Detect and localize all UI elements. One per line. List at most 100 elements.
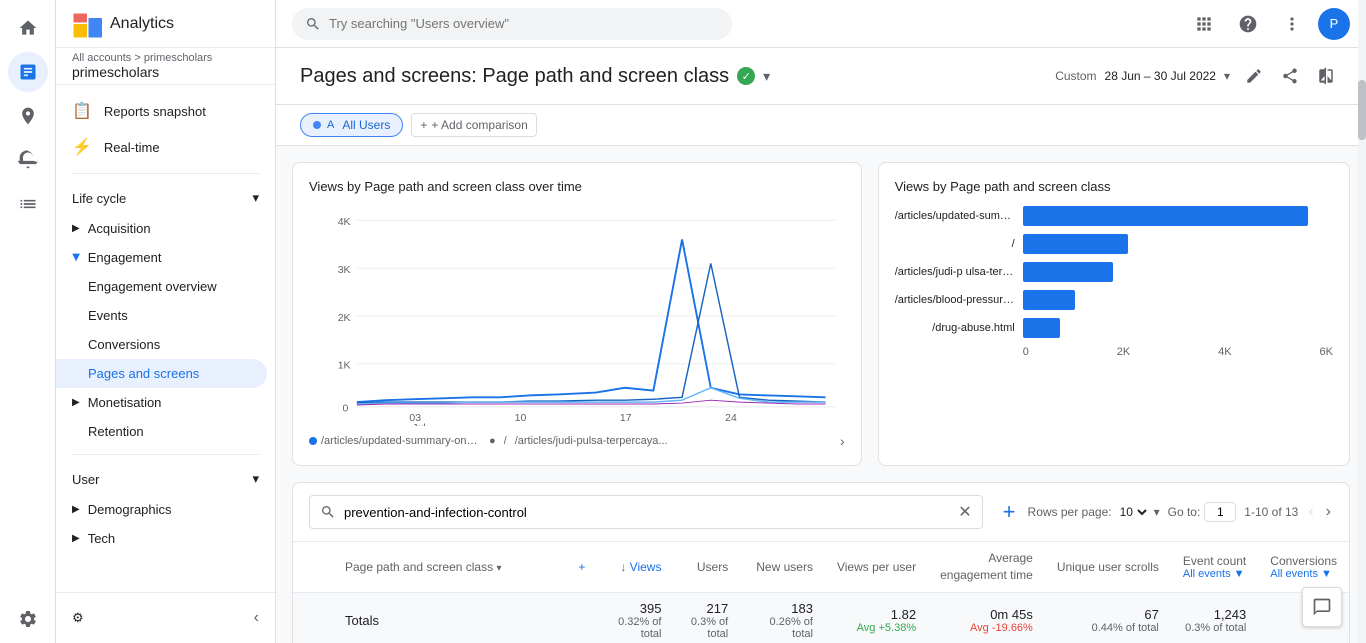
page-path-dropdown-icon[interactable]: ▾ [496, 563, 501, 574]
lifecycle-section-header[interactable]: Life cycle ▾ [56, 182, 275, 214]
edit-report-icon[interactable] [1238, 60, 1270, 92]
status-badge[interactable]: ✓ [737, 67, 755, 85]
search-input[interactable] [329, 16, 719, 31]
bar-row-2: /articles/judi-p ulsa-terperca... [895, 262, 1333, 282]
page-dropdown-icon[interactable]: ▾ [763, 68, 770, 85]
table-search-icon [320, 504, 336, 520]
compare-icon[interactable] [1310, 60, 1342, 92]
add-comparison-btn[interactable]: + + Add comparison [411, 113, 536, 137]
th-unique-scrolls[interactable]: Unique user scrolls [1045, 542, 1171, 592]
nav-reports-snapshot[interactable]: 📋 Reports snapshot [56, 93, 267, 129]
conversions-filter-link[interactable]: All events ▼ [1270, 568, 1337, 580]
page-title-row: Pages and screens: Page path and screen … [300, 65, 770, 88]
prev-page-btn[interactable]: ‹ [1306, 501, 1315, 523]
nav-acquisition[interactable]: ▶ Acquisition [56, 214, 275, 243]
line-chart-svg: 4K 3K 2K 1K 0 [309, 206, 845, 426]
more-options-icon-btn[interactable] [1274, 6, 1310, 42]
reports-icon-btn[interactable] [8, 52, 48, 92]
th-users[interactable]: Users [673, 542, 740, 592]
legend-dot-1 [309, 437, 317, 445]
bar-fill-1 [1023, 234, 1129, 254]
goto-page: Go to: [1168, 502, 1237, 522]
all-users-chip[interactable]: A All Users [300, 113, 403, 137]
user-avatar[interactable]: P [1318, 8, 1350, 40]
th-conversions[interactable]: Conversions All events ▼ [1258, 542, 1349, 592]
bar-chart-container: /articles/updated-summary-o... / /articl… [895, 206, 1333, 358]
th-event-count[interactable]: Event count All events ▼ [1171, 542, 1258, 592]
settings-icon-btn[interactable] [8, 599, 48, 639]
nav-pages-and-screens[interactable]: Pages and screens [56, 359, 267, 388]
scroll-thumb [1358, 80, 1366, 140]
acquisition-arrow-icon: ▶ [72, 223, 80, 234]
th-new-users[interactable]: New users [740, 542, 825, 592]
nav-engagement-header[interactable]: ▶ Engagement [56, 243, 275, 272]
totals-views: 395 0.32% of total [598, 592, 673, 643]
table-search-input[interactable] [344, 505, 950, 520]
th-page-path[interactable]: Page path and screen class ▾ [333, 542, 566, 592]
date-range[interactable]: 28 Jun – 30 Jul 2022 [1105, 69, 1216, 83]
totals-avg-engagement: 0m 45s Avg -19.66% [928, 592, 1045, 643]
th-views-per-user[interactable]: Views per user [825, 542, 928, 592]
goto-input[interactable] [1204, 502, 1236, 522]
nav-settings[interactable]: ⚙ [56, 602, 108, 634]
bar-label-1: / [895, 238, 1015, 250]
th-add-col[interactable]: + [566, 542, 598, 592]
svg-text:24: 24 [725, 412, 737, 424]
svg-text:Jul: Jul [412, 422, 425, 426]
rows-per-page-select[interactable]: 10 25 50 [1116, 504, 1150, 520]
totals-event-count: 1,243 0.3% of total [1171, 592, 1258, 643]
collapse-nav-btn[interactable]: ‹ [238, 601, 275, 635]
nav-demographics[interactable]: ▶ Demographics [56, 495, 275, 524]
user-section-header[interactable]: User ▾ [56, 463, 275, 495]
account-name[interactable]: primescholars [72, 64, 259, 80]
clear-search-icon[interactable]: ✕ [958, 502, 971, 522]
legend-next-icon[interactable]: › [840, 433, 845, 449]
page-title: Pages and screens: Page path and screen … [300, 65, 729, 88]
data-icon-btn[interactable] [8, 184, 48, 224]
next-page-btn[interactable]: › [1324, 501, 1333, 523]
bar-track-1 [1023, 234, 1333, 254]
bar-track-3 [1023, 290, 1333, 310]
nav-events[interactable]: Events [56, 301, 267, 330]
nav-retention[interactable]: Retention [56, 417, 267, 446]
svg-text:10: 10 [515, 412, 527, 424]
legend-item-2: / [504, 435, 507, 447]
search-bar-container [292, 8, 732, 40]
nav-monetisation[interactable]: ▶ Monetisation [56, 388, 275, 417]
lifecycle-chevron-icon: ▾ [252, 190, 259, 206]
chat-icon-btn[interactable] [1302, 587, 1342, 627]
table-header-row: Page path and screen class ▾ + ↓ Views U… [293, 542, 1349, 592]
date-label: Custom [1055, 69, 1096, 83]
breadcrumb: All accounts > primescholars [72, 52, 259, 64]
left-icon-bar [0, 0, 56, 643]
bar-chart-title: Views by Page path and screen class [895, 179, 1333, 194]
add-icon: + [420, 118, 427, 132]
home-icon-btn[interactable] [8, 8, 48, 48]
apps-icon-btn[interactable] [1186, 6, 1222, 42]
nav-conversions[interactable]: Conversions [56, 330, 267, 359]
share-icon[interactable] [1274, 60, 1306, 92]
app-title: Analytics [110, 15, 174, 33]
top-right-actions: P [1186, 6, 1350, 42]
add-column-btn[interactable]: + [1003, 499, 1016, 525]
th-views[interactable]: ↓ Views [598, 542, 673, 592]
table-scroll-container: Page path and screen class ▾ + ↓ Views U… [293, 542, 1349, 643]
th-avg-engagement[interactable]: Average engagement time [928, 542, 1045, 592]
bar-track-2 [1023, 262, 1333, 282]
user-section-chevron-icon: ▾ [252, 471, 259, 487]
calendar-chevron-icon[interactable]: ▾ [1224, 69, 1230, 83]
explore-icon-btn[interactable] [8, 96, 48, 136]
table-toolbar: ✕ + Rows per page: 10 25 50 ▾ Go to: [293, 483, 1349, 542]
alerts-icon-btn[interactable] [8, 140, 48, 180]
analytics-logo [72, 9, 102, 39]
data-table: Page path and screen class ▾ + ↓ Views U… [293, 542, 1349, 643]
nav-tech[interactable]: ▶ Tech [56, 524, 275, 553]
nav-realtime[interactable]: ⚡ Real-time [56, 129, 267, 165]
event-count-filter-link[interactable]: All events ▼ [1183, 568, 1246, 580]
bar-row-3: /articles/blood-pressure-for-... [895, 290, 1333, 310]
engagement-arrow-icon: ▶ [70, 254, 81, 262]
nav-engagement-overview[interactable]: Engagement overview [56, 272, 267, 301]
svg-text:3K: 3K [338, 264, 351, 276]
help-icon-btn[interactable] [1230, 6, 1266, 42]
bar-fill-4 [1023, 318, 1060, 338]
